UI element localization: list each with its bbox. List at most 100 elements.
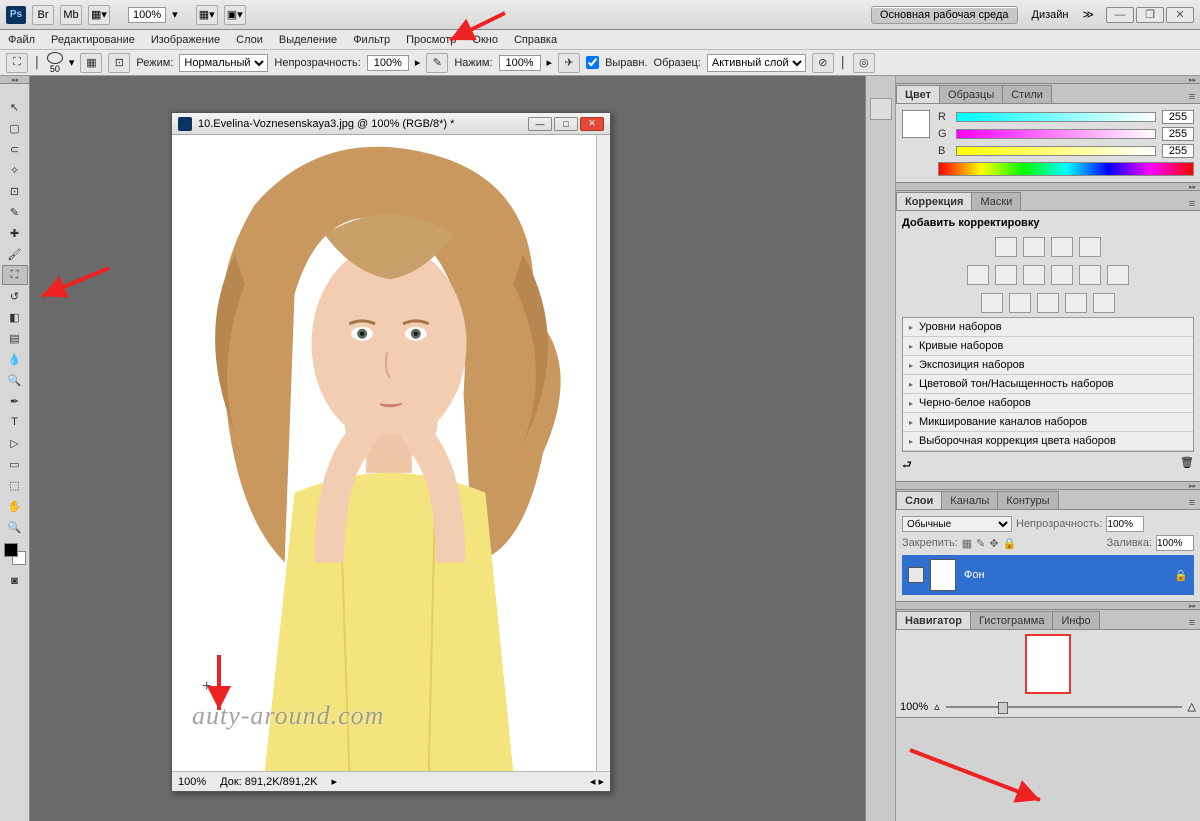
- blur-tool[interactable]: 💧: [2, 349, 28, 369]
- menu-layer[interactable]: Слои: [236, 34, 263, 46]
- lasso-tool[interactable]: ⊂: [2, 139, 28, 159]
- app-zoom-level[interactable]: 100%: [128, 7, 166, 23]
- flow-dropdown-icon[interactable]: ▸: [547, 56, 553, 69]
- shape-tool[interactable]: ▭: [2, 454, 28, 474]
- arrange-docs-button[interactable]: ▦▾: [196, 5, 218, 25]
- status-scroll-icon[interactable]: ◂ ▸: [590, 775, 604, 788]
- layer-visibility-icon[interactable]: [908, 567, 924, 583]
- pen-tool[interactable]: ✒: [2, 391, 28, 411]
- current-tool-icon[interactable]: ⛶: [6, 53, 28, 73]
- curves-icon[interactable]: [1051, 237, 1073, 257]
- tab-layers[interactable]: Слои: [896, 491, 942, 509]
- layers-panel-menu-icon[interactable]: ≡: [1184, 497, 1200, 509]
- window-minimize-button[interactable]: —: [1106, 7, 1134, 23]
- gradient-tool[interactable]: ▤: [2, 328, 28, 348]
- navigator-thumbnail[interactable]: [1025, 634, 1071, 694]
- lock-all-icon[interactable]: 🔒: [1003, 537, 1017, 550]
- menu-window[interactable]: Окно: [472, 34, 498, 46]
- window-close-button[interactable]: ✕: [1166, 7, 1194, 23]
- bw-icon[interactable]: [1051, 265, 1073, 285]
- levels-icon[interactable]: [1023, 237, 1045, 257]
- 3d-tool[interactable]: ⬚: [2, 475, 28, 495]
- layer-row[interactable]: Фон 🔒: [902, 555, 1194, 595]
- eyedropper-tool[interactable]: ✎: [2, 202, 28, 222]
- status-zoom[interactable]: 100%: [178, 776, 206, 788]
- move-tool[interactable]: ↖: [2, 97, 28, 117]
- tab-masks[interactable]: Маски: [971, 192, 1021, 210]
- tab-paths[interactable]: Контуры: [997, 491, 1058, 509]
- list-item[interactable]: Экспозиция наборов: [903, 356, 1193, 375]
- list-item[interactable]: Цветовой тон/Насыщенность наборов: [903, 375, 1193, 394]
- brush-dropdown-icon[interactable]: ▾: [69, 56, 75, 69]
- layers-collapse-handle[interactable]: [896, 482, 1200, 490]
- list-item[interactable]: Выборочная коррекция цвета наборов: [903, 432, 1193, 451]
- type-tool[interactable]: T: [2, 412, 28, 432]
- dodge-tool[interactable]: 🔍: [2, 370, 28, 390]
- zoom-dropdown-icon[interactable]: ▾: [172, 8, 178, 21]
- blend-mode-select[interactable]: Нормальный: [179, 54, 268, 72]
- menu-view[interactable]: Просмотр: [406, 34, 456, 46]
- adjustment-presets-list[interactable]: Уровни наборов Кривые наборов Экспозиция…: [902, 317, 1194, 452]
- b-input[interactable]: [1162, 144, 1194, 158]
- colorbalance-icon[interactable]: [1023, 265, 1045, 285]
- list-item[interactable]: Микширование каналов наборов: [903, 413, 1193, 432]
- aligned-checkbox[interactable]: [586, 56, 599, 69]
- dock-collapse-handle[interactable]: [896, 76, 1200, 84]
- tab-adjustments[interactable]: Коррекция: [896, 192, 972, 210]
- hand-tool[interactable]: ✋: [2, 496, 28, 516]
- selectivecolor-icon[interactable]: [1093, 293, 1115, 313]
- menu-select[interactable]: Выделение: [279, 34, 337, 46]
- menu-edit[interactable]: Редактирование: [51, 34, 135, 46]
- opacity-input[interactable]: [367, 55, 409, 71]
- list-item[interactable]: Кривые наборов: [903, 337, 1193, 356]
- tab-info[interactable]: Инфо: [1052, 611, 1099, 629]
- flow-input[interactable]: [499, 55, 541, 71]
- document-canvas[interactable]: auty-around.com +: [172, 135, 596, 771]
- tab-styles[interactable]: Стили: [1002, 85, 1052, 103]
- sample-select[interactable]: Активный слой: [707, 54, 806, 72]
- quickmask-tool[interactable]: ◙: [2, 571, 28, 591]
- g-slider[interactable]: [956, 129, 1156, 139]
- r-input[interactable]: [1162, 110, 1194, 124]
- list-item[interactable]: Уровни наборов: [903, 318, 1193, 337]
- lock-transparent-icon[interactable]: ▦: [962, 537, 972, 550]
- menu-file[interactable]: Файл: [8, 34, 35, 46]
- brightness-icon[interactable]: [995, 237, 1017, 257]
- layer-fill-input[interactable]: [1156, 535, 1194, 551]
- nav-zoom-out-icon[interactable]: ▵: [934, 700, 940, 713]
- eraser-tool[interactable]: ◧: [2, 307, 28, 327]
- tab-navigator[interactable]: Навигатор: [896, 611, 971, 629]
- opacity-pressure-button[interactable]: ✎: [426, 53, 448, 73]
- foreground-color-swatch[interactable]: [4, 543, 18, 557]
- lock-position-icon[interactable]: ✥: [989, 537, 998, 550]
- minibridge-button[interactable]: Mb: [60, 5, 82, 25]
- opacity-dropdown-icon[interactable]: ▸: [415, 56, 421, 69]
- status-dropdown-icon[interactable]: ▸: [332, 775, 338, 788]
- screen-mode-button[interactable]: ▣▾: [224, 5, 246, 25]
- channelmixer-icon[interactable]: [1107, 265, 1129, 285]
- crop-tool[interactable]: ⊡: [2, 181, 28, 201]
- adjust-footer-left-icon[interactable]: ⮐: [902, 456, 912, 475]
- brush-settings-button[interactable]: ⊡: [108, 53, 130, 73]
- ignore-adjust-button[interactable]: ⊘: [812, 53, 834, 73]
- adjust-panel-menu-icon[interactable]: ≡: [1184, 198, 1200, 210]
- g-input[interactable]: [1162, 127, 1194, 141]
- doc-minimize-button[interactable]: —: [528, 117, 552, 131]
- tablet-pressure-button[interactable]: ◎: [853, 53, 875, 73]
- layer-blend-select[interactable]: Обычные: [902, 516, 1012, 532]
- window-restore-button[interactable]: ❐: [1136, 7, 1164, 23]
- brush-tool[interactable]: 🖌: [2, 244, 28, 264]
- path-select-tool[interactable]: ▷: [2, 433, 28, 453]
- lock-pixels-icon[interactable]: ✎: [976, 537, 985, 550]
- exposure-icon[interactable]: [1079, 237, 1101, 257]
- vibrance-icon[interactable]: [967, 265, 989, 285]
- doc-close-button[interactable]: ✕: [580, 117, 604, 131]
- gradientmap-icon[interactable]: [1065, 293, 1087, 313]
- nav-zoom-value[interactable]: 100%: [900, 701, 928, 713]
- airbrush-button[interactable]: ✈: [558, 53, 580, 73]
- color-spectrum[interactable]: [938, 162, 1194, 176]
- workspace-selector[interactable]: Основная рабочая среда: [871, 6, 1018, 24]
- posterize-icon[interactable]: [1009, 293, 1031, 313]
- list-item[interactable]: Черно-белое наборов: [903, 394, 1193, 413]
- color-swatches[interactable]: [4, 543, 26, 565]
